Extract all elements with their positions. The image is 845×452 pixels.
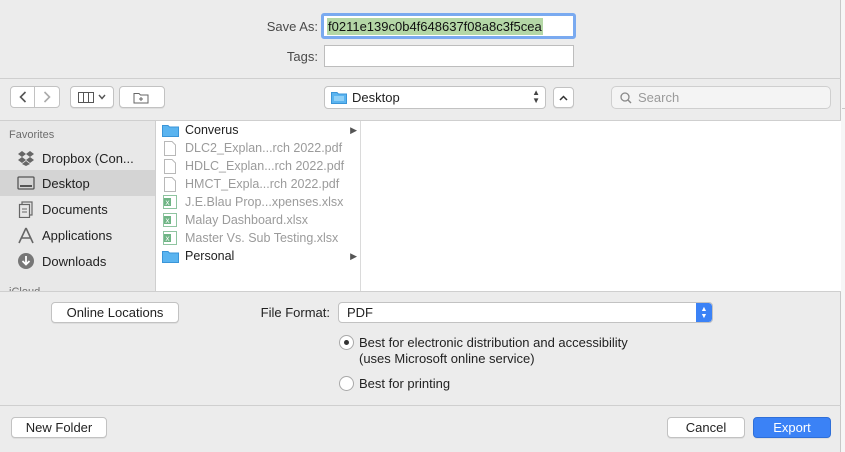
file-format-value: PDF (347, 305, 373, 320)
folder-icon (161, 122, 179, 138)
online-locations-button[interactable]: Online Locations (51, 302, 179, 323)
file-row: X J.E.Blau Prop...xpenses.xlsx (156, 193, 361, 211)
new-folder-icon (133, 92, 149, 103)
dropbox-icon (16, 149, 36, 167)
folder-icon (161, 248, 179, 264)
radio-button-electronic[interactable] (339, 335, 354, 350)
file-name: Master Vs. Sub Testing.xlsx (185, 231, 339, 245)
file-row: X Malay Dashboard.xlsx (156, 211, 361, 229)
sidebar-item-downloads[interactable]: Downloads (0, 248, 155, 274)
file-name: DLC2_Explan...rch 2022.pdf (185, 141, 343, 155)
updown-chevron-icon: ▲ ▼ (532, 88, 540, 105)
export-button[interactable]: Export (753, 417, 831, 438)
radio-button-printing[interactable] (339, 376, 354, 391)
file-format-label: File Format: (260, 305, 330, 320)
popup-chevron-icon: ▲ ▼ (696, 303, 712, 322)
file-row: HDLC_Explan...rch 2022.pdf (156, 157, 361, 175)
sidebar-item-label: Downloads (42, 253, 107, 269)
radio-electronic[interactable]: Best for electronic distribution and acc… (339, 335, 628, 367)
radio-electronic-label-line1: Best for electronic distribution and acc… (359, 335, 628, 350)
disclosure-arrow-icon: ▶ (350, 250, 357, 261)
forward-button[interactable] (35, 86, 60, 108)
sidebar-item-label: Applications (42, 227, 113, 243)
excel-file-icon: X (161, 194, 179, 210)
desktop-folder-icon (331, 92, 347, 104)
tags-label: Tags: (286, 49, 318, 64)
search-field[interactable]: Search (611, 86, 831, 109)
new-folder-button[interactable]: New Folder (11, 417, 107, 438)
radio-dot (344, 340, 349, 345)
pdf-file-icon (161, 140, 179, 156)
pdf-file-icon (161, 158, 179, 174)
radio-printing-label: Best for printing (359, 376, 451, 391)
chevron-up-icon (559, 94, 568, 101)
chevron-right-icon (43, 91, 51, 103)
radio-electronic-label-line2: (uses Microsoft online service) (359, 351, 535, 366)
cancel-button[interactable]: Cancel (667, 417, 745, 438)
file-name: Malay Dashboard.xlsx (185, 213, 308, 227)
downloads-icon (16, 252, 36, 270)
file-row-personal[interactable]: Personal ▶ (156, 247, 361, 265)
search-icon (620, 91, 632, 103)
save-as-value: f0211e139c0b4f648637f08a8c3f5cea (327, 17, 543, 35)
svg-text:X: X (165, 217, 170, 225)
chevron-down-icon (98, 94, 106, 100)
file-row: DLC2_Explan...rch 2022.pdf (156, 139, 361, 157)
view-mode-button[interactable] (70, 86, 114, 108)
excel-file-icon: X (161, 212, 179, 228)
file-browser: Converus ▶ DLC2_Explan...rch 2022.pdf HD… (155, 121, 841, 291)
save-as-label: Save As: (266, 19, 318, 34)
tags-field[interactable] (324, 45, 574, 67)
svg-text:X: X (165, 235, 170, 243)
background-window-edge (841, 0, 845, 452)
location-label: Desktop (352, 90, 400, 105)
radio-printing[interactable]: Best for printing (339, 376, 450, 391)
file-name: HDLC_Explan...rch 2022.pdf (185, 159, 345, 173)
disclosure-arrow-icon: ▶ (350, 124, 357, 135)
file-row: X Master Vs. Sub Testing.xlsx (156, 229, 361, 247)
sidebar-item-label: Documents (42, 201, 108, 217)
sidebar-section-favorites: Favorites (9, 129, 55, 141)
file-name: Converus (185, 123, 239, 137)
sidebar-item-desktop[interactable]: Desktop (0, 170, 155, 196)
browser-bottom-divider (0, 291, 841, 292)
nav-buttons (10, 86, 60, 108)
file-column: Converus ▶ DLC2_Explan...rch 2022.pdf HD… (156, 121, 361, 291)
file-name: Personal (185, 249, 235, 263)
file-row: HMCT_Expla...rch 2022.pdf (156, 175, 361, 193)
svg-text:X: X (165, 199, 170, 207)
file-name: HMCT_Expla...rch 2022.pdf (185, 177, 340, 191)
save-dialog: Save As: f0211e139c0b4f648637f08a8c3f5ce… (0, 0, 841, 452)
header-divider (0, 78, 841, 79)
sidebar-item-label: Dropbox (Con... (42, 150, 134, 166)
sidebar-item-dropbox[interactable]: Dropbox (Con... (0, 145, 155, 171)
sidebar: Favorites Dropbox (Con... Desktop Docume… (0, 121, 155, 291)
location-popup[interactable]: Desktop ▲ ▼ (324, 86, 546, 109)
sidebar-item-documents[interactable]: Documents (0, 196, 155, 222)
file-format-popup[interactable]: PDF ▲ ▼ (338, 302, 713, 323)
excel-file-icon: X (161, 230, 179, 246)
save-as-field[interactable]: f0211e139c0b4f648637f08a8c3f5cea (321, 13, 576, 39)
chevron-left-icon (18, 91, 26, 103)
sidebar-item-label: Desktop (42, 175, 90, 191)
documents-icon (16, 200, 36, 218)
sidebar-item-applications[interactable]: Applications (0, 222, 155, 248)
search-placeholder: Search (638, 90, 680, 105)
desktop-icon (16, 174, 36, 192)
pdf-file-icon (161, 176, 179, 192)
file-row-converus[interactable]: Converus ▶ (156, 121, 361, 139)
columns-view-icon (78, 91, 94, 103)
expand-toggle-button[interactable] (553, 87, 574, 108)
file-name: J.E.Blau Prop...xpenses.xlsx (185, 195, 344, 209)
new-folder-toolbar-button[interactable] (119, 86, 165, 108)
applications-icon (16, 226, 36, 244)
back-button[interactable] (10, 86, 35, 108)
footer-divider (0, 405, 841, 406)
